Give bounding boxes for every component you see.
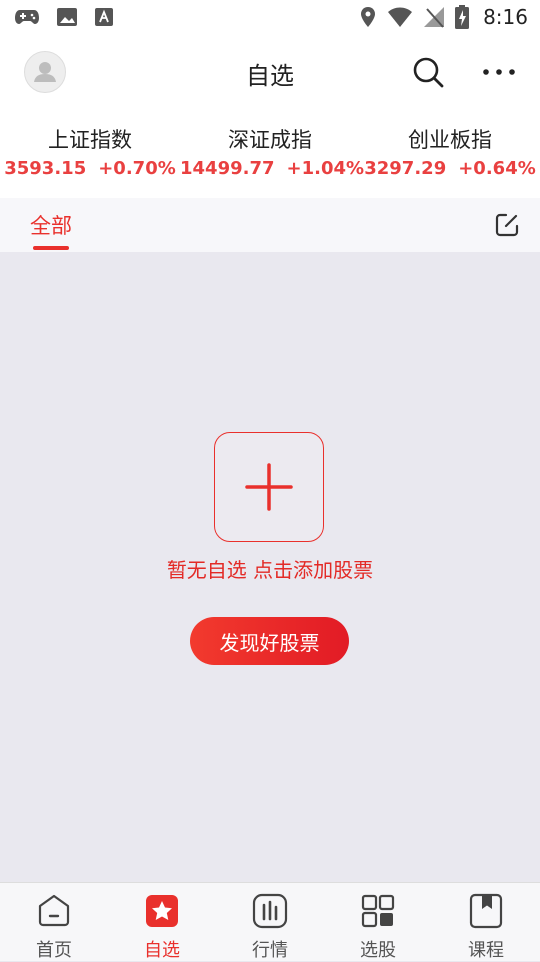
discover-stocks-button[interactable]: 发现好股票 (190, 617, 349, 665)
more-dots-icon (483, 69, 515, 75)
image-icon (57, 8, 77, 26)
watchlist-tabs: 全部 (0, 198, 540, 252)
location-icon (361, 7, 376, 27)
empty-state-message: 暂无自选 点击添加股票 (166, 558, 374, 582)
index-value: 14499.77 (180, 158, 275, 179)
index-card-shanghai[interactable]: 上证指数 3593.15 +0.70% (0, 124, 180, 179)
search-icon (413, 57, 444, 88)
nav-label: 首页 (36, 940, 72, 961)
index-change: +0.64% (458, 158, 536, 179)
grid-icon (361, 894, 395, 928)
nav-courses[interactable]: 课程 (441, 883, 531, 961)
index-change: +0.70% (98, 158, 176, 179)
nav-label: 自选 (144, 940, 180, 961)
market-chart-icon (252, 893, 288, 929)
plus-icon (245, 463, 293, 511)
bottom-nav: 首页 自选 行情 选股 课程 (0, 882, 540, 961)
wifi-icon (388, 7, 413, 27)
index-name: 深证成指 (228, 128, 312, 152)
gamepad-icon (15, 10, 39, 24)
font-icon (95, 8, 113, 26)
nav-market[interactable]: 行情 (225, 883, 315, 961)
more-button[interactable] (478, 54, 522, 90)
index-value: 3297.29 (364, 158, 447, 179)
index-change: +1.04% (286, 158, 365, 179)
nav-stock-picker[interactable]: 选股 (333, 883, 423, 961)
status-bar: 8:16 (0, 0, 540, 36)
app-header: 自选 (0, 36, 540, 110)
nav-label: 行情 (252, 940, 288, 961)
market-indices: 上证指数 3593.15 +0.70% 深证成指 14499.77 +1.04% 创… (0, 110, 540, 198)
star-icon (146, 895, 178, 927)
page-title: 自选 (246, 62, 294, 90)
nav-label: 选股 (360, 940, 396, 961)
tab-all[interactable]: 全部 (30, 210, 72, 240)
tab-active-indicator (33, 246, 69, 250)
index-name: 创业板指 (408, 128, 492, 152)
battery-charging-icon (455, 5, 470, 29)
home-icon (38, 894, 70, 927)
nav-watchlist[interactable]: 自选 (117, 883, 207, 961)
nav-home[interactable]: 首页 (9, 883, 99, 961)
index-card-chinext[interactable]: 创业板指 3297.29 +0.64% (360, 124, 540, 179)
index-card-shenzhen[interactable]: 深证成指 14499.77 +1.04% (180, 124, 364, 179)
edit-icon (495, 213, 519, 237)
index-name: 上证指数 (48, 128, 132, 152)
search-button[interactable] (410, 54, 446, 90)
nav-label: 课程 (468, 940, 504, 961)
index-value: 3593.15 (4, 158, 87, 179)
no-signal-icon (424, 7, 445, 28)
edit-watchlist-button[interactable] (494, 212, 520, 238)
bookmark-book-icon (469, 893, 503, 929)
add-stock-button[interactable] (214, 432, 324, 542)
watchlist-content: 暂无自选 点击添加股票 发现好股票 (0, 252, 540, 882)
status-time: 8:16 (483, 5, 528, 29)
